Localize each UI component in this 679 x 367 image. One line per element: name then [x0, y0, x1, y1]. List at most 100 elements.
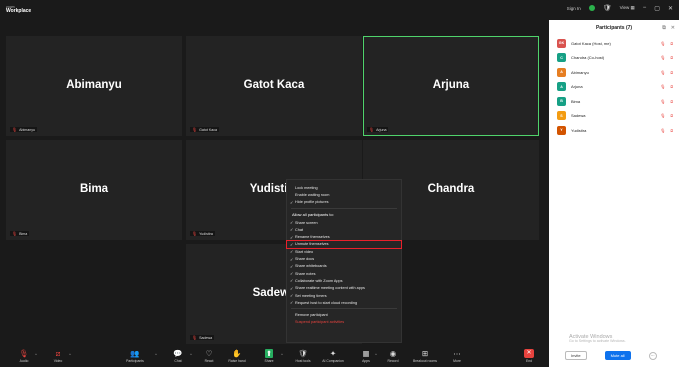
- video-caret-icon[interactable]: ^: [69, 352, 71, 357]
- muted-mic-icon[interactable]: 🎙: [660, 55, 665, 60]
- participant-row[interactable]: GK Gatot Kaca (Host, me) 🎙 ⧄: [549, 36, 679, 51]
- status-dot-icon: [588, 5, 595, 11]
- mute-all-button[interactable]: Mute all: [604, 351, 631, 360]
- hand-icon: ✋: [232, 349, 242, 358]
- chat-icon: 💬: [173, 349, 183, 358]
- video-tile-active-speaker[interactable]: Arjuna 🎙 Arjuna: [363, 36, 539, 136]
- participant-row[interactable]: S Sadewa 🎙 ⧄: [549, 109, 679, 124]
- participants-panel: Participants (7) ⧉ ✕ GK Gatot Kaca (Host,…: [549, 20, 679, 367]
- end-call-icon: ✕: [524, 349, 534, 358]
- participant-name: Bima: [79, 183, 109, 195]
- participant-name: Abimanyu: [66, 79, 122, 91]
- video-off-icon[interactable]: ⧄: [670, 128, 673, 133]
- video-tile[interactable]: Abimanyu 🎙 Abimanyu: [6, 36, 182, 136]
- tag-label: Gatot Kaca: [199, 127, 218, 132]
- participant-row[interactable]: C Chandra (Co-host) 🎙 ⧄: [549, 51, 679, 66]
- video-off-icon[interactable]: ⧄: [670, 113, 673, 118]
- video-off-icon[interactable]: ⧄: [670, 70, 673, 75]
- menu-share-docs[interactable]: ✓ Share docs: [287, 255, 401, 262]
- video-tile[interactable]: Bima 🎙 Bima: [6, 140, 182, 240]
- maximize-icon[interactable]: ▢: [654, 5, 660, 12]
- menu-section-label: Allow all participants to:: [292, 212, 334, 218]
- menu-suspend-activities[interactable]: Suspend participant activities: [287, 319, 401, 326]
- video-off-icon[interactable]: ⧄: [670, 41, 673, 46]
- avatar: GK: [557, 38, 566, 48]
- participant-row[interactable]: B Bima 🎙 ⧄: [549, 94, 679, 109]
- participant-row-name: Abimanyu: [571, 69, 589, 75]
- participant-row[interactable]: Y Yudistira 🎙 ⧄: [549, 123, 679, 138]
- shield-icon[interactable]: 🛡: [603, 4, 612, 12]
- muted-mic-icon[interactable]: 🎙: [660, 70, 665, 75]
- avatar: S: [557, 111, 566, 121]
- name-tag: 🎙 Bima: [10, 231, 30, 236]
- menu-collaborate-zoom-apps[interactable]: ✓ Collaborate with Zoom Apps: [287, 277, 401, 284]
- name-tag: 🎙 Arjuna: [367, 127, 389, 132]
- avatar: B: [557, 96, 566, 106]
- host-tools-button[interactable]: 🛡 Host tools: [288, 349, 318, 363]
- participant-row[interactable]: A Abimanyu 🎙 ⧄: [549, 65, 679, 80]
- muted-mic-icon[interactable]: 🎙: [660, 99, 665, 104]
- muted-mic-icon: 🎙: [192, 231, 198, 236]
- check-icon: ✓: [290, 241, 294, 247]
- breakout-rooms-button[interactable]: ⊞ Breakout rooms: [410, 349, 440, 363]
- check-icon: ✓: [290, 293, 294, 298]
- meeting-toolbar: 🎙 Audio ^ ⧄ Video ^ 👥 Participants ^ 💬 Chat …: [0, 348, 549, 367]
- menu-start-video[interactable]: ✓ Start video: [287, 248, 401, 255]
- check-icon: ✓: [290, 249, 294, 255]
- participant-row-name: Yudistira: [571, 127, 587, 133]
- menu-chat[interactable]: ✓ Chat: [287, 226, 401, 233]
- participants-caret-icon[interactable]: ^: [155, 352, 157, 357]
- check-icon: ✓: [290, 234, 294, 240]
- muted-mic-icon[interactable]: 🎙: [660, 41, 665, 46]
- muted-mic-icon[interactable]: 🎙: [660, 113, 665, 118]
- participant-row-name: Sadewa: [571, 113, 586, 119]
- record-button[interactable]: ◉ Record: [378, 349, 408, 363]
- name-tag: 🎙 Yudistira: [190, 231, 215, 236]
- share-caret-icon[interactable]: ^: [281, 352, 283, 357]
- video-tile[interactable]: Gatot Kaca 🎙 Gatot Kaca: [186, 36, 362, 136]
- minimize-icon[interactable]: −: [643, 5, 647, 11]
- chat-button[interactable]: 💬 Chat: [163, 349, 193, 363]
- close-icon[interactable]: ✕: [668, 5, 673, 12]
- menu-hide-profile-pictures[interactable]: ✓ Hide profile pictures: [287, 199, 401, 206]
- view-button[interactable]: View ▦: [620, 5, 635, 11]
- menu-share-screen[interactable]: ✓ Share screen: [287, 219, 401, 226]
- menu-unmute-themselves[interactable]: ✓ Unmute themselves: [286, 239, 402, 250]
- check-icon: ✓: [290, 263, 294, 269]
- participant-row[interactable]: A Arjuna 🎙 ⧄: [549, 80, 679, 95]
- menu-share-notes[interactable]: ✓ Share notes: [287, 270, 401, 277]
- check-icon: ✓: [290, 199, 294, 205]
- menu-set-meeting-timers[interactable]: ✓ Set meeting timers: [287, 292, 401, 299]
- more-options-icon[interactable]: ⋯: [648, 351, 657, 360]
- menu-request-cloud-recording[interactable]: ✓ Request host to start cloud recording: [287, 299, 401, 306]
- participants-button[interactable]: 👥 Participants: [120, 349, 150, 363]
- video-off-icon[interactable]: ⧄: [670, 55, 673, 60]
- end-button[interactable]: ✕ End: [514, 349, 544, 363]
- close-panel-icon[interactable]: ✕: [671, 25, 675, 31]
- video-off-icon[interactable]: ⧄: [670, 99, 673, 104]
- menu-enable-waiting-room[interactable]: Enable waiting room: [287, 191, 401, 198]
- apps-caret-icon[interactable]: ^: [375, 352, 377, 357]
- name-tag: 🎙 Abimanyu: [10, 127, 38, 132]
- more-button[interactable]: ⋯ More: [442, 349, 472, 363]
- muted-mic-icon[interactable]: 🎙: [660, 128, 665, 133]
- audio-caret-icon[interactable]: ^: [35, 352, 37, 357]
- popout-icon[interactable]: ⧉: [662, 25, 666, 31]
- video-off-icon[interactable]: ⧄: [670, 84, 673, 89]
- sign-in-link[interactable]: Sign In: [567, 6, 581, 11]
- raise-hand-button[interactable]: ✋ Raise hand: [222, 349, 252, 363]
- invite-button[interactable]: Invite: [565, 351, 587, 360]
- menu-lock-meeting[interactable]: Lock meeting: [287, 184, 401, 191]
- share-button[interactable]: ⬆ Share: [254, 349, 284, 363]
- chat-caret-icon[interactable]: ^: [190, 352, 192, 357]
- muted-mic-icon[interactable]: 🎙: [660, 84, 665, 89]
- menu-rename-themselves[interactable]: ✓ Rename themselves: [287, 233, 401, 240]
- check-icon: ✓: [290, 227, 294, 233]
- ai-companion-button[interactable]: ✦ AI Companion: [318, 349, 348, 363]
- react-button[interactable]: ♡ React: [194, 349, 224, 363]
- menu-remove-participant[interactable]: Remove participant: [287, 311, 401, 318]
- menu-share-whiteboards[interactable]: ✓ Share whiteboards: [287, 263, 401, 270]
- menu-share-realtime-content[interactable]: ✓ Share realtime meeting content with app…: [287, 285, 401, 292]
- activate-sub: Go to Settings to activate Windows.: [569, 339, 626, 344]
- participant-row-name: Arjuna: [571, 84, 583, 90]
